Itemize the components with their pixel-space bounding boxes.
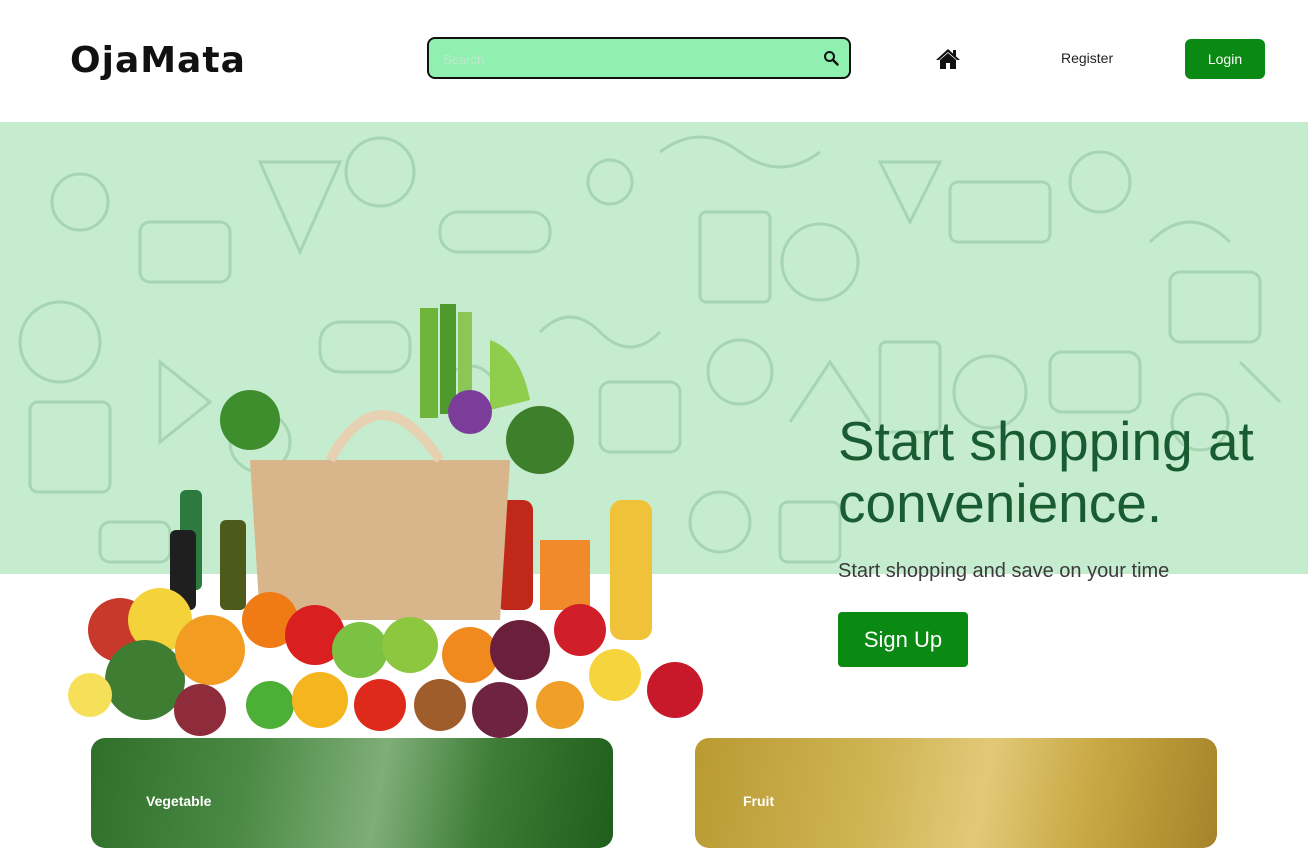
category-label: Vegetable <box>146 793 212 809</box>
search-bar[interactable] <box>427 37 851 79</box>
signup-button[interactable]: Sign Up <box>838 612 968 667</box>
grocery-bag-image <box>68 304 703 738</box>
category-label: Fruit <box>743 793 775 809</box>
category-card-vegetable[interactable]: Vegetable <box>91 738 613 848</box>
hero-title: Start shopping at convenience. <box>838 410 1254 534</box>
search-input[interactable] <box>441 47 815 71</box>
register-link[interactable]: Register <box>1061 50 1113 66</box>
category-card-fruit[interactable]: Fruit <box>695 738 1217 848</box>
home-icon[interactable] <box>935 48 961 70</box>
hero-subtitle: Start shopping and save on your time <box>838 560 1170 582</box>
search-icon[interactable] <box>823 50 839 66</box>
login-button[interactable]: Login <box>1185 39 1265 79</box>
logo[interactable]: OjaMata <box>70 40 246 81</box>
site-header: OjaMata Register Login <box>0 0 1308 122</box>
